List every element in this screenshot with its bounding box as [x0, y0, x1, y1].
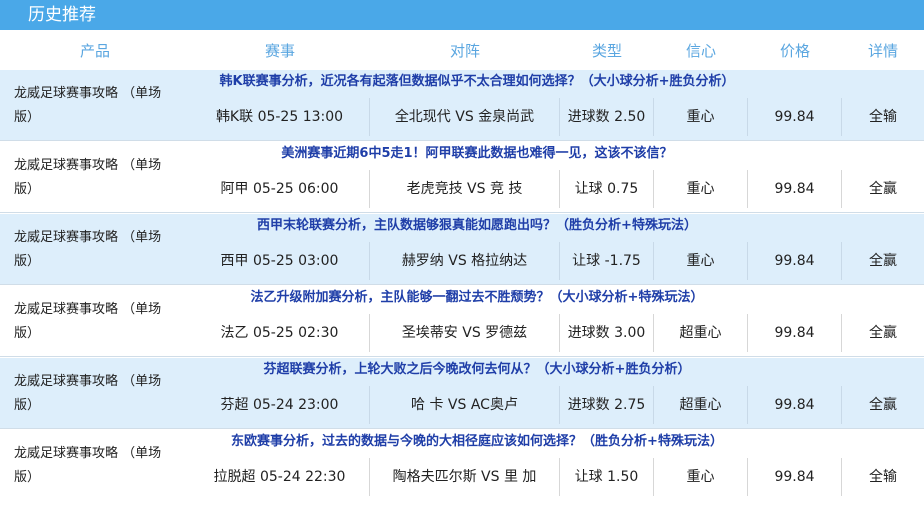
header-vs: 对阵	[449, 41, 480, 60]
header-price: 价格	[779, 41, 810, 60]
price-cell: 99.84	[748, 458, 842, 496]
confidence-cell: 超重心	[654, 314, 748, 352]
row-cells: 芬超 05-24 23:00 哈 卡 VS AC奥卢 进球数 2.75 超重心 …	[190, 386, 924, 424]
header-type: 类型	[591, 41, 622, 60]
confidence-cell: 重心	[654, 458, 748, 496]
vs-cell: 陶格夫匹尔斯 VS 里 加	[370, 458, 560, 496]
row-cells: 韩K联 05-25 13:00 全北现代 VS 金泉尚武 进球数 2.50 重心…	[190, 98, 924, 136]
detail-cell[interactable]: 全赢	[842, 242, 924, 280]
recommendation-headline-link[interactable]: 西甲末轮联赛分析，主队数据够狠真能如愿跑出吗？（胜负分析+特殊玩法）	[190, 214, 924, 238]
vs-cell: 老虎竞技 VS 竞 技	[370, 170, 560, 208]
detail-cell[interactable]: 全输	[842, 458, 924, 496]
price-cell: 99.84	[748, 98, 842, 136]
vs-cell: 哈 卡 VS AC奥卢	[370, 386, 560, 424]
row-divider	[0, 356, 924, 357]
header-match: 赛事	[264, 41, 295, 60]
type-cell: 进球数 2.75	[560, 386, 654, 424]
history-recommendations-page: 历史推荐 产品 赛事 对阵 类型 信心 价格 详情 韩K联赛事分析，近况各有起落…	[0, 0, 924, 505]
records-list: 韩K联赛事分析，近况各有起落但数据似乎不太合理如何选择？（大小球分析+胜负分析）…	[0, 70, 924, 502]
vs-cell: 圣埃蒂安 VS 罗德兹	[370, 314, 560, 352]
product-name: 龙威足球赛事攻略 （单场版）	[14, 302, 162, 341]
row-divider	[0, 428, 924, 429]
recommendation-headline-link[interactable]: 韩K联赛事分析，近况各有起落但数据似乎不太合理如何选择？（大小球分析+胜负分析）	[190, 70, 924, 94]
table-header: 产品 赛事 对阵 类型 信心 价格 详情	[0, 30, 924, 70]
table-row: 美洲赛事近期6中5走1！阿甲联赛此数据也难得一见，这该不该信？ 龙威足球赛事攻略…	[0, 142, 924, 214]
row-divider	[0, 284, 924, 285]
page-title: 历史推荐	[0, 0, 924, 30]
product-name: 龙威足球赛事攻略 （单场版）	[14, 86, 162, 125]
vs-cell: 赫罗纳 VS 格拉纳达	[370, 242, 560, 280]
confidence-cell: 重心	[654, 242, 748, 280]
header-confidence: 信心	[685, 41, 716, 60]
detail-cell[interactable]: 全赢	[842, 314, 924, 352]
row-cells: 法乙 05-25 02:30 圣埃蒂安 VS 罗德兹 进球数 3.00 超重心 …	[190, 314, 924, 352]
match-cell: 西甲 05-25 03:00	[190, 242, 370, 280]
product-name: 龙威足球赛事攻略 （单场版）	[14, 230, 162, 269]
product-name: 龙威足球赛事攻略 （单场版）	[14, 446, 162, 485]
table-row: 法乙升级附加赛分析，主队能够一翻过去不胜颓势？（大小球分析+特殊玩法） 龙威足球…	[0, 286, 924, 358]
match-cell: 芬超 05-24 23:00	[190, 386, 370, 424]
detail-cell[interactable]: 全输	[842, 98, 924, 136]
table-row: 芬超联赛分析，上轮大败之后今晚改何去何从？（大小球分析+胜负分析） 龙威足球赛事…	[0, 358, 924, 430]
detail-cell[interactable]: 全赢	[842, 170, 924, 208]
product-name: 龙威足球赛事攻略 （单场版）	[14, 374, 162, 413]
price-cell: 99.84	[748, 314, 842, 352]
match-cell: 拉脱超 05-24 22:30	[190, 458, 370, 496]
match-cell: 阿甲 05-25 06:00	[190, 170, 370, 208]
row-cells: 西甲 05-25 03:00 赫罗纳 VS 格拉纳达 让球 -1.75 重心 9…	[190, 242, 924, 280]
recommendation-headline-link[interactable]: 芬超联赛分析，上轮大败之后今晚改何去何从？（大小球分析+胜负分析）	[190, 358, 924, 382]
row-cells: 拉脱超 05-24 22:30 陶格夫匹尔斯 VS 里 加 让球 1.50 重心…	[190, 458, 924, 496]
product-name: 龙威足球赛事攻略 （单场版）	[14, 158, 162, 197]
row-cells: 阿甲 05-25 06:00 老虎竞技 VS 竞 技 让球 0.75 重心 99…	[190, 170, 924, 208]
type-cell: 让球 1.50	[560, 458, 654, 496]
confidence-cell: 重心	[654, 98, 748, 136]
header-product: 产品	[79, 41, 110, 60]
type-cell: 进球数 3.00	[560, 314, 654, 352]
recommendation-headline-link[interactable]: 美洲赛事近期6中5走1！阿甲联赛此数据也难得一见，这该不该信？	[190, 142, 924, 166]
confidence-cell: 重心	[654, 170, 748, 208]
type-cell: 让球 -1.75	[560, 242, 654, 280]
recommendation-headline-link[interactable]: 东欧赛事分析，过去的数据与今晚的大相径庭应该如何选择？（胜负分析+特殊玩法）	[190, 430, 924, 454]
confidence-cell: 超重心	[654, 386, 748, 424]
price-cell: 99.84	[748, 242, 842, 280]
header-detail: 详情	[867, 41, 898, 60]
detail-cell[interactable]: 全赢	[842, 386, 924, 424]
type-cell: 让球 0.75	[560, 170, 654, 208]
recommendation-headline-link[interactable]: 法乙升级附加赛分析，主队能够一翻过去不胜颓势？（大小球分析+特殊玩法）	[190, 286, 924, 310]
price-cell: 99.84	[748, 386, 842, 424]
vs-cell: 全北现代 VS 金泉尚武	[370, 98, 560, 136]
type-cell: 进球数 2.50	[560, 98, 654, 136]
row-divider	[0, 212, 924, 213]
match-cell: 韩K联 05-25 13:00	[190, 98, 370, 136]
match-cell: 法乙 05-25 02:30	[190, 314, 370, 352]
table-row: 韩K联赛事分析，近况各有起落但数据似乎不太合理如何选择？（大小球分析+胜负分析）…	[0, 70, 924, 142]
row-divider	[0, 140, 924, 141]
table-row: 西甲末轮联赛分析，主队数据够狠真能如愿跑出吗？（胜负分析+特殊玩法） 龙威足球赛…	[0, 214, 924, 286]
price-cell: 99.84	[748, 170, 842, 208]
table-row: 东欧赛事分析，过去的数据与今晚的大相径庭应该如何选择？（胜负分析+特殊玩法） 龙…	[0, 430, 924, 502]
